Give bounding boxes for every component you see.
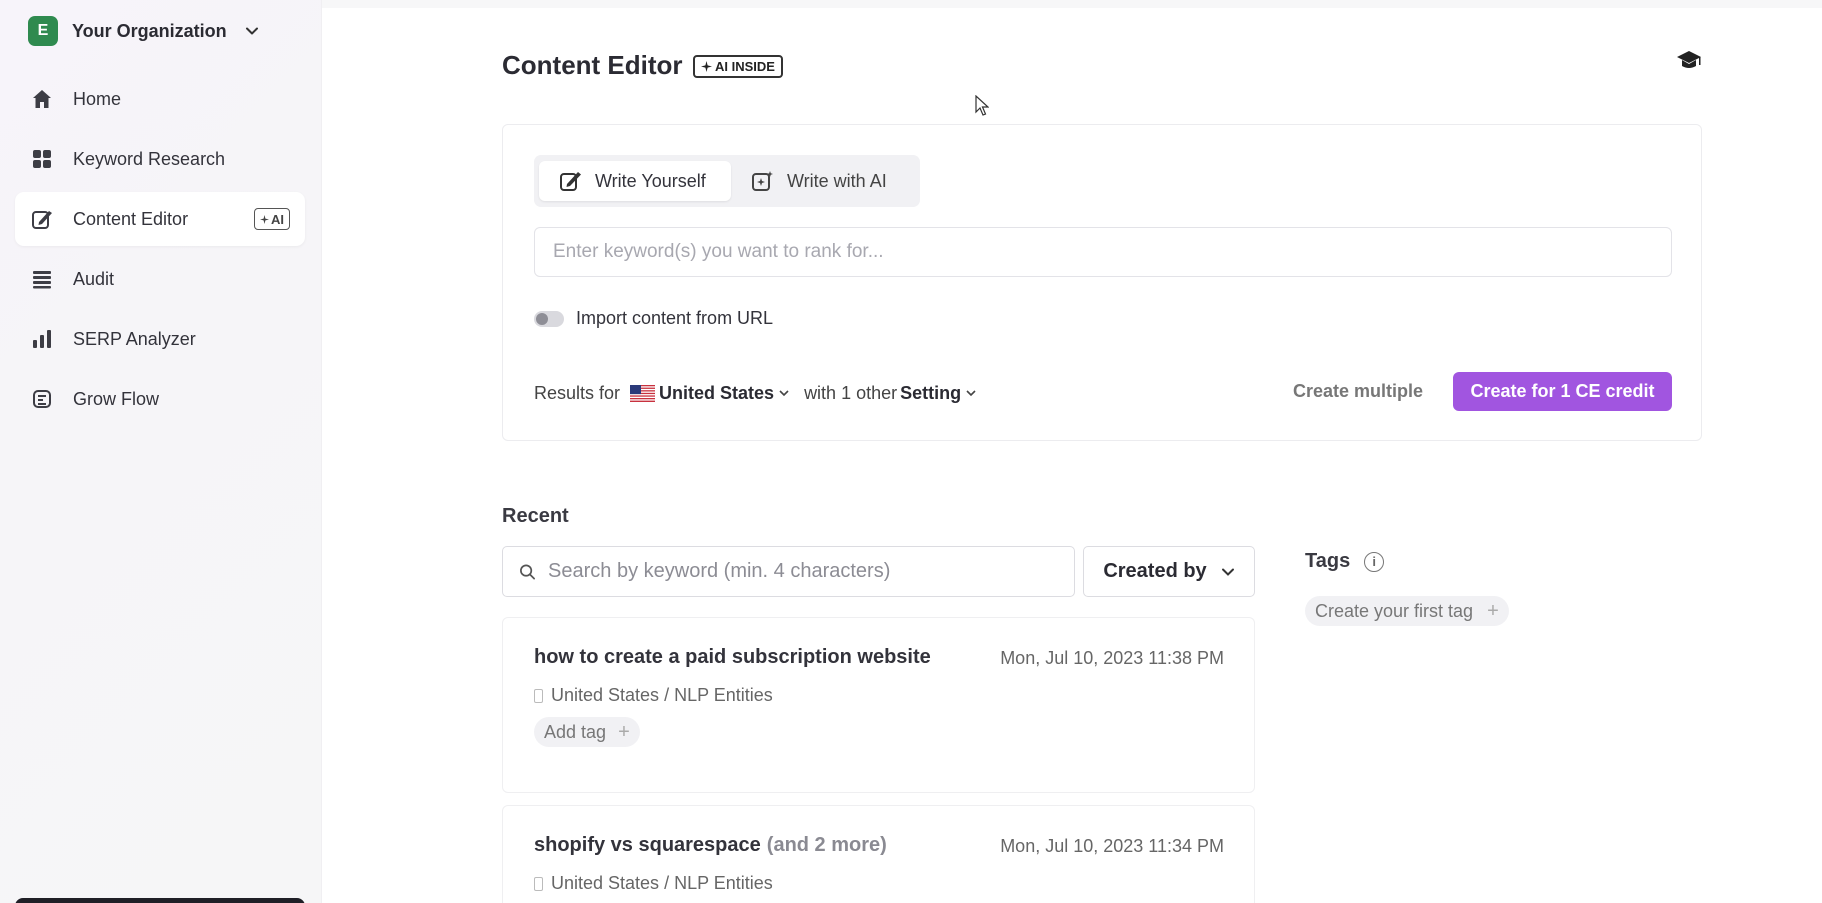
plus-icon: + <box>618 720 630 743</box>
search-icon <box>520 564 535 579</box>
mobile-device-icon <box>534 876 543 891</box>
document-meta: United States / NLP Entities <box>534 685 773 706</box>
chevron-down-icon <box>779 390 789 397</box>
tags-header: Tags i <box>1305 550 1385 573</box>
sidebar-item-label: Grow Flow <box>73 388 160 409</box>
org-name: Your Organization <box>72 20 227 41</box>
created-by-dropdown[interactable]: Created by <box>1083 546 1255 597</box>
recent-search <box>502 546 1075 597</box>
create-editor-card: Write Yourself Write with AI Import cont… <box>502 124 1702 441</box>
document-title-text: how to create a paid subscription websit… <box>534 646 931 668</box>
mobile-device-icon <box>534 688 543 703</box>
setting-label: Setting <box>900 382 962 403</box>
chevron-down-icon <box>245 27 258 35</box>
chevron-down-icon <box>1221 568 1234 576</box>
sidebar-nav: Home Keyword Research Content Editor AI … <box>15 72 305 432</box>
recent-title: Recent <box>502 505 569 527</box>
import-url-label: Import content from URL <box>576 308 774 328</box>
sidebar-item-label: Keyword Research <box>73 148 226 169</box>
document-date: Mon, Jul 10, 2023 11:38 PM <box>1000 648 1224 668</box>
country-label: United States <box>659 382 775 403</box>
recent-document-card[interactable]: shopify vs squarespace (and 2 more) Mon, … <box>502 805 1255 903</box>
recent-search-input[interactable] <box>548 560 1058 583</box>
info-icon[interactable]: i <box>1364 551 1385 572</box>
setting-select[interactable]: Setting <box>900 383 977 404</box>
create-credit-button[interactable]: Create for 1 CE credit <box>1453 372 1672 411</box>
chevron-down-icon <box>966 390 976 397</box>
keyword-input[interactable] <box>534 227 1672 277</box>
ai-badge: AI <box>254 208 290 230</box>
write-yourself-button[interactable]: Write Yourself <box>539 161 731 201</box>
flow-icon <box>30 387 54 411</box>
create-first-tag-label: Create your first tag <box>1315 600 1474 621</box>
sidebar-item-label: Audit <box>73 268 115 289</box>
us-flag-icon <box>630 384 656 402</box>
results-for-label: Results for <box>534 382 621 403</box>
sidebar: E Your Organization Home Keyword Researc… <box>0 0 322 903</box>
edit-icon <box>30 207 54 231</box>
document-title-text: shopify vs squarespace <box>534 834 761 856</box>
add-tag-label: Add tag <box>544 721 607 742</box>
page-title: Content Editor <box>502 50 683 80</box>
ai-inside-label: AI INSIDE <box>715 59 775 74</box>
sparkle-icon <box>701 61 712 72</box>
sidebar-item-home[interactable]: Home <box>15 72 305 126</box>
sidebar-item-keyword-research[interactable]: Keyword Research <box>15 132 305 186</box>
created-by-label: Created by <box>1103 560 1207 582</box>
top-divider <box>322 0 1822 8</box>
import-url-toggle[interactable] <box>534 310 564 327</box>
sidebar-item-content-editor[interactable]: Content Editor AI <box>15 192 305 246</box>
sidebar-item-label: SERP Analyzer <box>73 328 196 349</box>
create-first-tag-button[interactable]: Create your first tag + <box>1305 596 1509 626</box>
plus-icon: + <box>1487 599 1499 622</box>
mouse-cursor-icon <box>975 95 989 116</box>
import-url-row: Import content from URL <box>534 308 773 329</box>
tags-title: Tags <box>1305 550 1351 572</box>
document-meta-text: United States / NLP Entities <box>551 685 773 705</box>
document-meta-text: United States / NLP Entities <box>551 873 773 893</box>
org-switcher[interactable]: E Your Organization <box>28 16 259 46</box>
country-select[interactable]: United States <box>659 383 790 404</box>
recent-document-card[interactable]: how to create a paid subscription websit… <box>502 617 1255 793</box>
document-title: shopify vs squarespace (and 2 more) <box>534 834 887 857</box>
mode-switch: Write Yourself Write with AI <box>534 155 920 207</box>
graduation-cap-icon[interactable] <box>1675 49 1703 73</box>
sidebar-item-grow-flow[interactable]: Grow Flow <box>15 372 305 426</box>
org-avatar: E <box>28 16 58 46</box>
sparkle-icon <box>260 214 269 224</box>
ai-sparkle-square-icon <box>752 171 773 191</box>
list-icon <box>30 267 54 291</box>
write-yourself-label: Write Yourself <box>595 170 706 191</box>
write-with-ai-button[interactable]: Write with AI <box>731 161 907 201</box>
with-other-label: with 1 other <box>804 382 898 403</box>
sidebar-item-serp-analyzer[interactable]: SERP Analyzer <box>15 312 305 366</box>
grid-icon <box>30 147 54 171</box>
sidebar-item-label: Home <box>73 88 122 109</box>
home-icon <box>30 87 54 111</box>
sidebar-item-audit[interactable]: Audit <box>15 252 305 306</box>
sidebar-bottom-bar <box>15 898 305 903</box>
results-settings-row: Results for United States with 1 other S… <box>534 381 977 405</box>
create-multiple-button[interactable]: Create multiple <box>1293 381 1423 402</box>
document-meta: United States / NLP Entities <box>534 873 773 894</box>
sidebar-item-label: Content Editor <box>73 208 189 229</box>
pen-square-icon <box>560 172 581 191</box>
document-date: Mon, Jul 10, 2023 11:34 PM <box>1000 836 1224 856</box>
add-tag-button[interactable]: Add tag + <box>534 717 640 747</box>
write-with-ai-label: Write with AI <box>787 170 887 191</box>
document-more-count: (and 2 more) <box>766 834 887 856</box>
ai-badge-label: AI <box>271 211 284 227</box>
document-title: how to create a paid subscription websit… <box>534 646 931 669</box>
ai-inside-badge: AI INSIDE <box>693 55 783 78</box>
bar-chart-icon <box>30 327 54 351</box>
